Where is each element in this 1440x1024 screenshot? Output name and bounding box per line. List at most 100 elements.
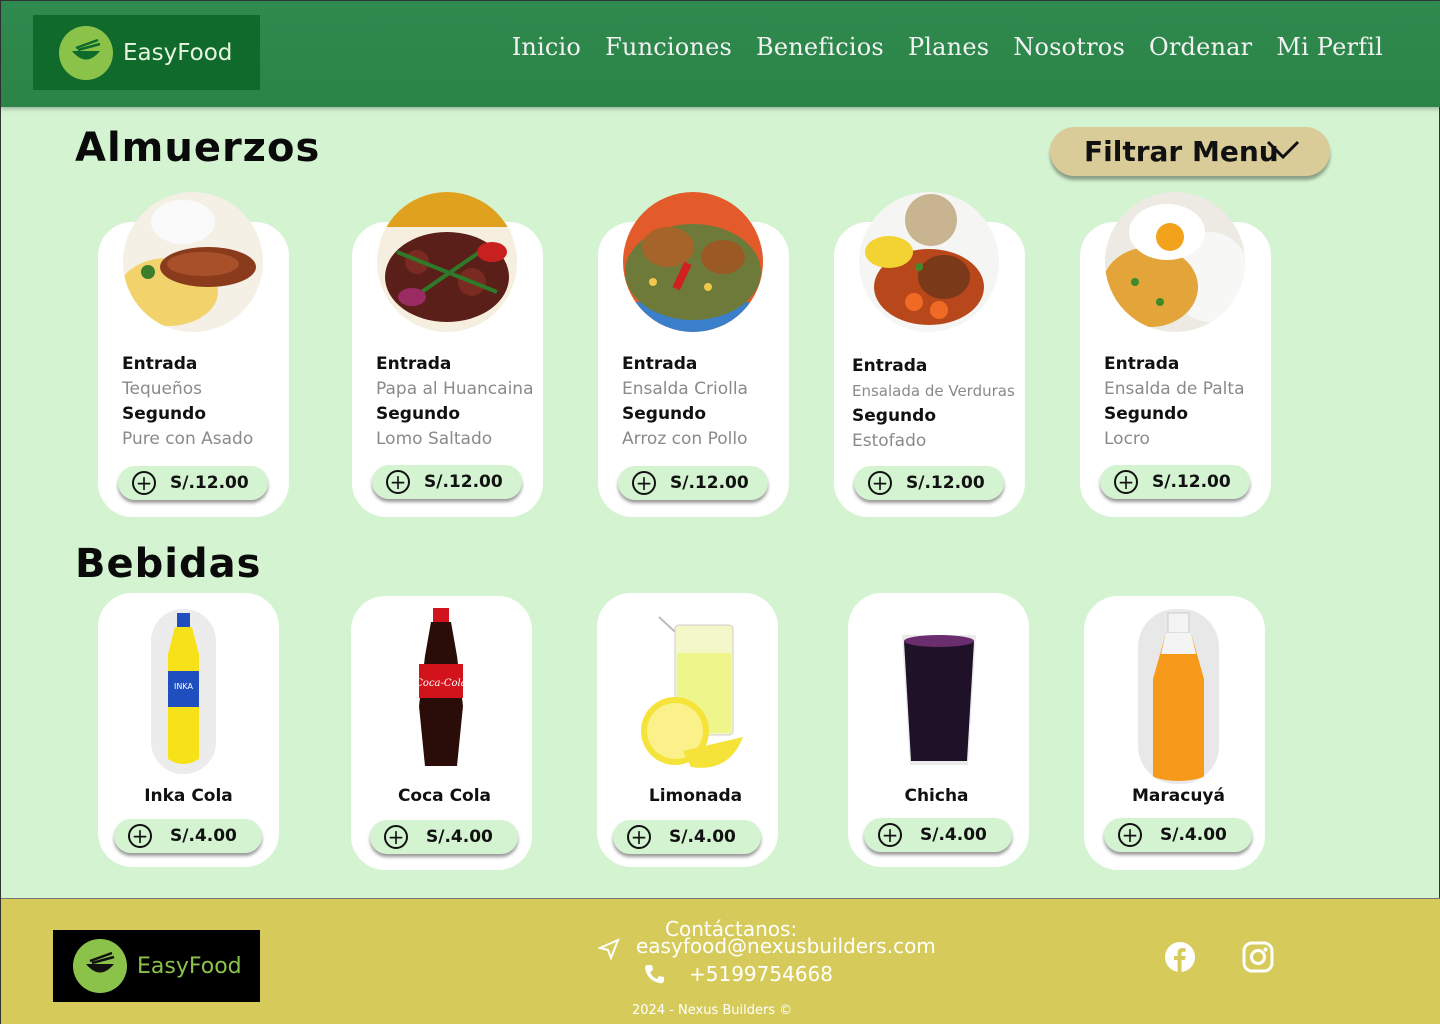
footer: EasyFood Contáctanos: easyfood@nexusbuil… <box>1 898 1440 1024</box>
price-label: S/.4.00 <box>669 827 736 847</box>
nav-beneficios[interactable]: Beneficios <box>756 33 884 61</box>
plus-circle-icon: + <box>132 471 156 495</box>
nav-inicio[interactable]: Inicio <box>512 33 581 61</box>
plus-circle-icon: + <box>1118 823 1142 847</box>
segundo-value: Lomo Saltado <box>376 429 493 449</box>
entrada-value: Ensalada de Verduras <box>852 382 1015 400</box>
plus-circle-icon: + <box>632 471 656 495</box>
bowl-icon <box>73 939 127 993</box>
contact-phone[interactable]: +5199754668 <box>689 962 833 986</box>
dish-image-estofado <box>859 192 999 332</box>
lunch-card-text: Entrada Ensalada de Verduras Segundo Est… <box>852 354 1015 454</box>
drink-image-chicha <box>896 629 982 771</box>
nav-mi-perfil[interactable]: Mi Perfil <box>1276 33 1383 61</box>
segundo-value: Estofado <box>852 431 927 451</box>
lunch-card-text: Entrada Papa al Huancaina Segundo Lomo S… <box>376 352 534 452</box>
segundo-value: Arroz con Pollo <box>622 429 748 449</box>
plus-circle-icon: + <box>128 824 152 848</box>
price-label: S/.4.00 <box>920 825 987 845</box>
add-to-cart-button[interactable]: + S/.12.00 <box>618 466 768 500</box>
segundo-label: Segundo <box>122 404 206 424</box>
plus-circle-icon: + <box>1114 470 1138 494</box>
price-label: S/.12.00 <box>670 473 749 493</box>
entrada-value: Ensalda Criolla <box>622 379 748 399</box>
entrada-label: Entrada <box>376 354 452 374</box>
copyright: 2024 - Nexus Builders © <box>632 1003 793 1018</box>
plus-circle-icon: + <box>386 470 410 494</box>
add-to-cart-button[interactable]: + S/.4.00 <box>1104 818 1252 852</box>
nav-nosotros[interactable]: Nosotros <box>1013 33 1125 61</box>
svg-text:Coca-Cola: Coca-Cola <box>415 678 466 689</box>
price-label: S/.12.00 <box>424 472 503 492</box>
entrada-label: Entrada <box>122 354 198 374</box>
segundo-label: Segundo <box>376 404 460 424</box>
lunch-card-text: Entrada Ensalda Criolla Segundo Arroz co… <box>622 352 748 452</box>
dish-image-arroz-con-pollo <box>623 192 763 332</box>
filter-menu-button[interactable]: Filtrar Menu <box>1050 127 1330 176</box>
segundo-label: Segundo <box>852 406 936 426</box>
drink-name: Coca Cola <box>397 786 492 806</box>
footer-brand-name: EasyFood <box>137 953 242 979</box>
nav-planes[interactable]: Planes <box>908 33 989 61</box>
plus-circle-icon: + <box>868 471 892 495</box>
add-to-cart-button[interactable]: + S/.12.00 <box>1100 465 1250 499</box>
plus-circle-icon: + <box>384 825 408 849</box>
facebook-icon[interactable] <box>1164 941 1196 973</box>
dish-image-locro <box>1105 192 1245 332</box>
add-to-cart-button[interactable]: + S/.4.00 <box>864 818 1012 852</box>
add-to-cart-button[interactable]: + S/.12.00 <box>854 466 1004 500</box>
brand-logo[interactable]: EasyFood <box>33 15 260 90</box>
entrada-label: Entrada <box>1104 354 1180 374</box>
drinks-section-title: Bebidas <box>75 541 262 587</box>
drink-name: Chicha <box>904 786 969 806</box>
drink-image-maracuya <box>1138 609 1219 784</box>
price-label: S/.4.00 <box>426 827 493 847</box>
add-to-cart-button[interactable]: + S/.12.00 <box>118 466 268 500</box>
nav-funciones[interactable]: Funciones <box>605 33 732 61</box>
price-label: S/.12.00 <box>170 473 249 493</box>
entrada-value: Papa al Huancaina <box>376 379 534 399</box>
add-to-cart-button[interactable]: + S/.4.00 <box>114 819 262 853</box>
price-label: S/.12.00 <box>1152 472 1231 492</box>
add-to-cart-button[interactable]: + S/.4.00 <box>370 820 518 854</box>
segundo-label: Segundo <box>1104 404 1188 424</box>
segundo-label: Segundo <box>622 404 706 424</box>
svg-text:INKA: INKA <box>174 682 193 691</box>
dish-image-lomo-saltado <box>377 192 517 332</box>
price-label: S/.4.00 <box>170 826 237 846</box>
nav-ordenar[interactable]: Ordenar <box>1149 33 1252 61</box>
dish-image-pure-con-asado <box>123 192 263 332</box>
brand-name: EasyFood <box>123 39 233 66</box>
bowl-icon <box>59 25 113 80</box>
lunch-card-text: Entrada Tequeños Segundo Pure con Asado <box>122 352 253 452</box>
send-icon <box>598 938 620 960</box>
plus-circle-icon: + <box>878 823 902 847</box>
plus-circle-icon: + <box>627 825 651 849</box>
instagram-icon[interactable] <box>1242 941 1274 973</box>
entrada-label: Entrada <box>852 356 928 376</box>
lunch-card-text: Entrada Ensalda de Palta Segundo Locro <box>1104 352 1245 452</box>
segundo-value: Pure con Asado <box>122 429 254 449</box>
drink-name: Limonada <box>648 786 743 806</box>
chevron-down-icon <box>1266 140 1300 160</box>
segundo-value: Locro <box>1104 429 1150 449</box>
price-label: S/.12.00 <box>906 473 985 493</box>
add-to-cart-button[interactable]: + S/.12.00 <box>372 465 522 499</box>
drink-image-inka-cola: INKA <box>151 609 216 774</box>
drink-image-coca-cola: Coca-Cola <box>411 606 471 771</box>
add-to-cart-button[interactable]: + S/.4.00 <box>613 820 761 854</box>
price-label: S/.4.00 <box>1160 825 1227 845</box>
entrada-label: Entrada <box>622 354 698 374</box>
drink-image-limonada <box>639 613 745 775</box>
contact-email[interactable]: easyfood@nexusbuilders.com <box>636 934 936 958</box>
main-nav: Inicio Funciones Beneficios Planes Nosot… <box>512 33 1383 61</box>
footer-brand-logo[interactable]: EasyFood <box>53 930 260 1002</box>
top-header: EasyFood Inicio Funciones Beneficios Pla… <box>1 1 1440 107</box>
drink-name: Inka Cola <box>144 786 233 806</box>
filter-menu-label: Filtrar Menu <box>1084 135 1279 168</box>
entrada-value: Ensalda de Palta <box>1104 379 1245 399</box>
entrada-value: Tequeños <box>122 379 203 399</box>
phone-icon <box>645 965 664 984</box>
lunch-section-title: Almuerzos <box>75 125 321 171</box>
drink-name: Maracuyá <box>1132 786 1225 806</box>
